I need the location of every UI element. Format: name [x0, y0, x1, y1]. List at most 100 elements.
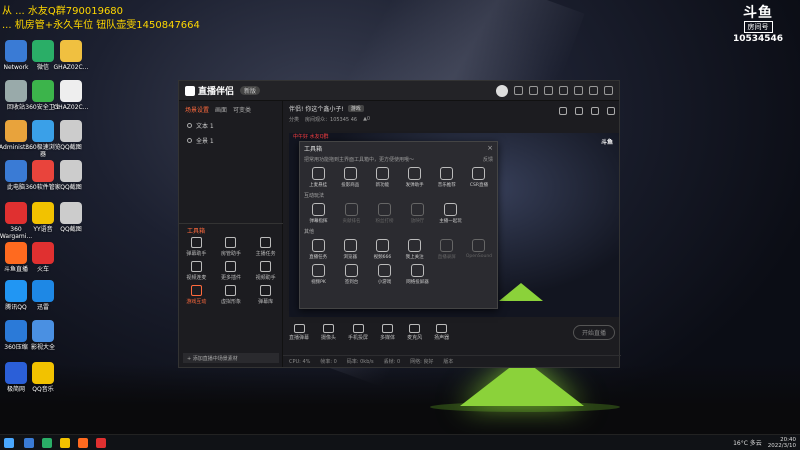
share-icon[interactable] — [607, 107, 615, 115]
desktop-icon[interactable]: GHAZ02C... — [51, 40, 91, 71]
dialog-tool[interactable]: 视频PK — [304, 264, 333, 285]
desktop-icon[interactable]: 迅雷 — [23, 280, 63, 311]
app-logo-icon — [185, 85, 195, 96]
dialog-tool[interactable]: 贡献排名 — [337, 203, 366, 224]
dialog-desc-text: 把常用功能拖到主界面工具箱中，更方便使用哦～ — [304, 157, 415, 163]
toolbox-item[interactable]: 更多插件 — [214, 261, 249, 281]
dialog-tool[interactable]: 上麦悬挂 — [304, 167, 332, 188]
dialog-tool-label: 贡献排名 — [342, 219, 361, 224]
feedback-link[interactable]: 反馈 — [483, 156, 493, 163]
source-label: 直播弹幕 — [289, 334, 310, 341]
settings-icon[interactable] — [529, 86, 538, 95]
tab-picture[interactable]: 画面 — [215, 105, 227, 114]
windows-start-icon[interactable] — [4, 437, 14, 448]
dialog-tool[interactable]: 发弹助手 — [401, 167, 429, 188]
dialog-tool[interactable]: OpenSound — [465, 239, 493, 260]
dialog-tool[interactable]: 浏览器 — [336, 239, 364, 260]
source-button[interactable]: 直播弹幕 — [289, 323, 310, 341]
source-button[interactable]: 多媒体 — [380, 323, 395, 341]
taskbar-app-icon[interactable] — [60, 437, 70, 448]
dialog-tool[interactable]: 小游戏 — [370, 264, 399, 285]
tab-variable[interactable]: 可变类 — [233, 105, 251, 114]
dialog-tool-label: CSR直播 — [469, 183, 489, 188]
taskbar-app-icon[interactable] — [96, 437, 106, 448]
toolbox-item[interactable]: 游戏互动 — [179, 285, 214, 305]
dialog-tool-label: 浏览器 — [343, 255, 358, 260]
message-icon[interactable] — [544, 86, 553, 95]
skin-icon[interactable] — [514, 86, 523, 95]
room-id: 10534546 — [732, 34, 784, 44]
shop-icon[interactable] — [591, 107, 599, 115]
close-icon[interactable] — [604, 86, 613, 95]
toolbox-item[interactable]: 弹幕助手 — [179, 237, 214, 257]
clock[interactable]: 20:40 2022/3/10 — [768, 437, 796, 449]
chart-icon[interactable] — [575, 107, 583, 115]
dialog-tool[interactable]: 视频666 — [368, 239, 396, 260]
ground — [0, 364, 800, 434]
dialog-tool[interactable]: 新功能 — [368, 167, 396, 188]
desktop-icon[interactable]: GHAZ02C... — [51, 80, 91, 111]
dialog-tool[interactable]: 弹幕指挥 — [304, 203, 333, 224]
dialog-tool[interactable]: 签到台 — [337, 264, 366, 285]
app-icon — [60, 160, 82, 182]
close-icon[interactable]: × — [487, 144, 493, 152]
taskbar-app-icon[interactable] — [78, 437, 88, 448]
room-title[interactable]: 伴侣! 你这个鑫小子! — [289, 104, 344, 113]
toolbox-item[interactable]: 视频助手 — [248, 261, 283, 281]
dialog-tool[interactable]: 直播任务 — [304, 239, 332, 260]
dialog-tool[interactable]: 直播录屏 — [433, 239, 461, 260]
dialog-tool[interactable]: 放映厅 — [403, 203, 432, 224]
version-badge[interactable]: 新版 — [240, 86, 261, 95]
dialog-tool[interactable]: 音乐推荐 — [433, 167, 461, 188]
layer-item[interactable]: 文本 1 — [179, 118, 282, 133]
maximize-icon[interactable] — [589, 86, 598, 95]
toolbox-item[interactable]: 房管助手 — [214, 237, 249, 257]
toolbox-item[interactable]: 弹幕库 — [248, 285, 283, 305]
source-button[interactable]: 摄像头 — [321, 323, 336, 341]
toolbox-item-label: 视频助手 — [255, 275, 276, 281]
desktop-icon[interactable]: QQ截图 — [51, 120, 91, 151]
tool-icon — [312, 264, 325, 277]
gift-icon[interactable] — [559, 107, 567, 115]
toolbox-item[interactable]: 主播任务 — [248, 237, 283, 257]
dialog-tool[interactable]: 投影商品 — [336, 167, 364, 188]
taskbar: 16°C 多云 20:40 2022/3/10 — [0, 434, 800, 450]
source-bar: 直播弹幕 摄像头 手机投屏 多媒体 麦克风 扬声器 开始直播 — [283, 317, 621, 347]
dialog-tool-label: 粉丝打榜 — [375, 219, 394, 224]
source-button[interactable]: 手机投屏 — [348, 323, 368, 341]
taskbar-app-icon[interactable] — [24, 437, 34, 448]
taskbar-app-icon[interactable] — [42, 437, 52, 448]
dialog-tool[interactable]: 我上关注 — [401, 239, 429, 260]
dialog-tool[interactable]: 主播一起玩 — [436, 203, 465, 224]
desktop-icon[interactable]: QQ音乐 — [23, 362, 63, 393]
minimize-icon[interactable] — [574, 86, 583, 95]
tool-icon — [190, 237, 202, 248]
eye-icon[interactable] — [187, 123, 192, 128]
weather-text[interactable]: 16°C 多云 — [733, 438, 762, 447]
dialog-tool[interactable]: 粉丝打榜 — [370, 203, 399, 224]
add-scene-button[interactable]: + 添加直播中场景素材 — [183, 353, 279, 363]
start-live-button[interactable]: 开始直播 — [572, 324, 615, 340]
tool-icon — [260, 261, 272, 272]
toolbox-item[interactable]: 视频连麦 — [179, 261, 214, 281]
layer-item[interactable]: 全景 1 — [179, 133, 282, 148]
desktop-icon[interactable]: QQ截图 — [51, 202, 91, 233]
toolbox-item[interactable]: 虚拟形象 — [214, 285, 249, 305]
dialog-tool[interactable]: 网络投屏器 — [403, 264, 432, 285]
avatar[interactable] — [496, 84, 508, 97]
preview-chat: 中午好 水友Q群 — [293, 134, 329, 140]
source-button[interactable]: 扬声器 — [434, 323, 449, 341]
tool-icon — [378, 203, 391, 216]
tool-icon — [225, 261, 237, 272]
room-category-tag[interactable]: 游戏 — [347, 105, 364, 112]
tab-scene[interactable]: 场景设置 — [185, 105, 209, 114]
eye-icon[interactable] — [187, 138, 192, 143]
app-icon — [60, 80, 82, 102]
desktop-icon[interactable]: QQ截图 — [51, 160, 91, 191]
douyu-sub: 房间号 — [743, 21, 773, 33]
menu-icon[interactable] — [559, 86, 568, 95]
desktop-icon[interactable]: 影视大全 — [23, 320, 63, 351]
dialog-tool[interactable]: CSR直播 — [465, 167, 493, 188]
desktop-icon[interactable]: 火车 — [23, 242, 63, 273]
source-button[interactable]: 麦克风 — [407, 323, 422, 341]
